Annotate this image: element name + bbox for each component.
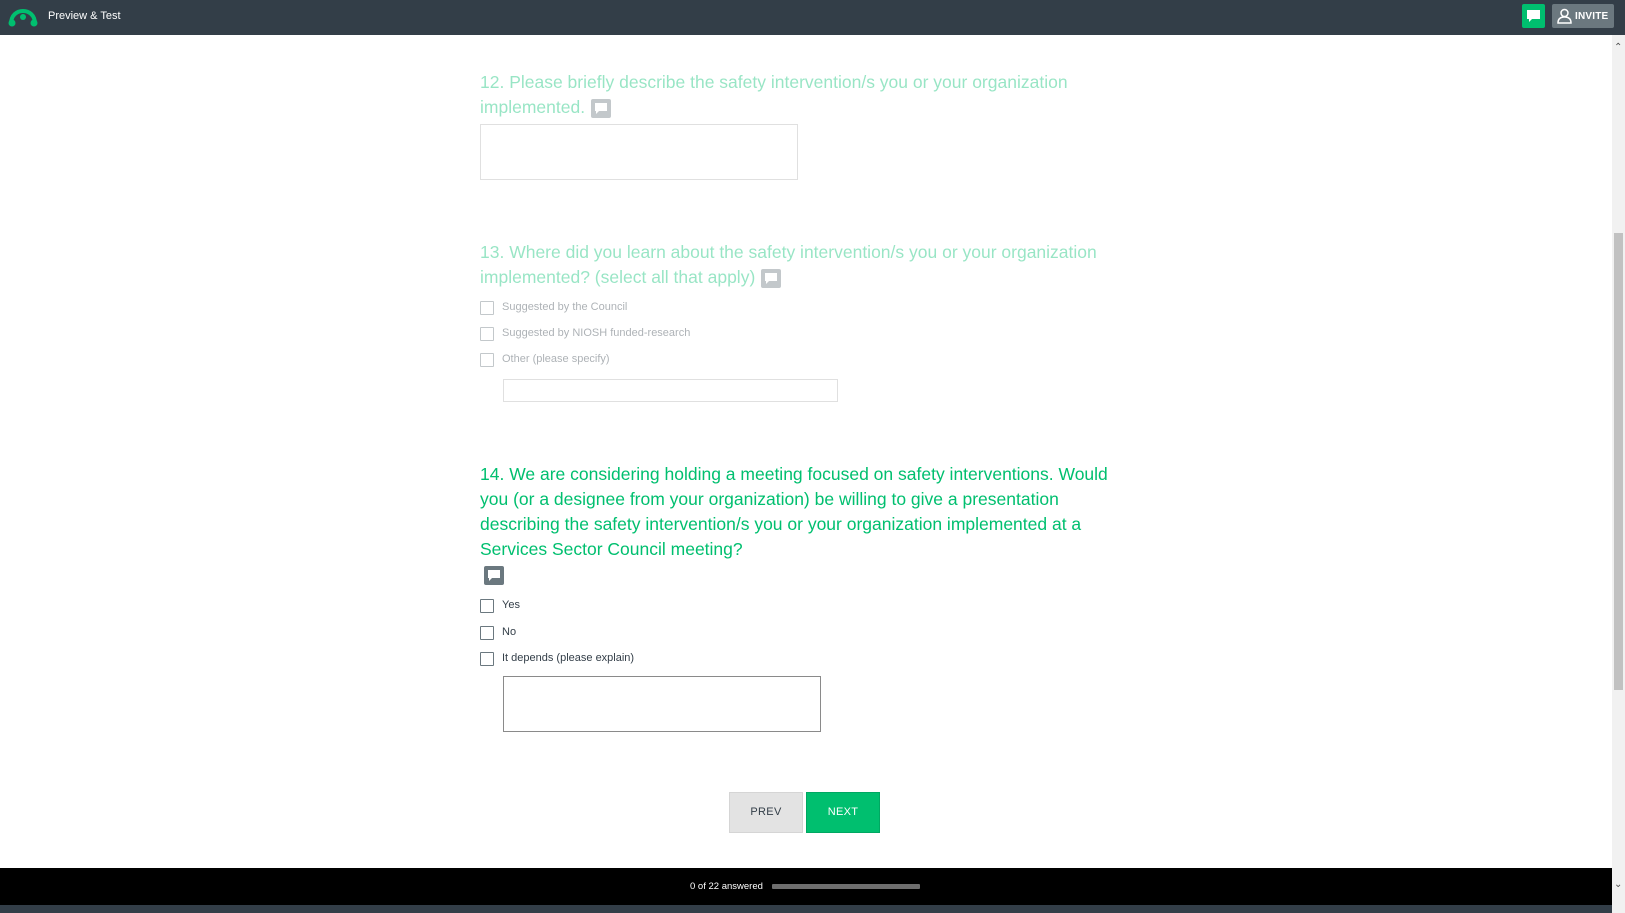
progress-text: 0 of 22 answered [690,881,763,892]
option-label: Suggested by NIOSH funded-research [502,327,691,339]
question-13-title: 13. Where did you learn about the safety… [480,240,1130,290]
comment-icon[interactable] [484,566,504,585]
prev-button[interactable]: PREV [729,792,803,833]
checkbox[interactable] [480,652,494,666]
invite-button[interactable]: INVITE [1552,4,1614,28]
scroll-down-arrow-icon[interactable]: ⌄ [1614,880,1622,890]
checkbox[interactable] [480,301,494,315]
it-depends-explain-textbox[interactable] [503,676,821,732]
option-label: Suggested by the Council [502,301,628,313]
checkbox[interactable] [480,599,494,613]
page-title: Preview & Test [48,10,121,22]
comment-icon[interactable] [761,268,782,288]
comment-icon[interactable] [591,98,612,118]
surveymonkey-logo-icon[interactable] [8,6,38,28]
option-label: Other (please specify) [502,353,610,365]
checkbox[interactable] [480,626,494,640]
option-label: No [502,626,517,638]
other-specify-input[interactable] [503,379,838,402]
scroll-thumb[interactable] [1614,233,1623,690]
question-14-title: 14. We are considering holding a meeting… [480,462,1140,562]
checkbox[interactable] [480,327,494,341]
invite-label: INVITE [1575,11,1609,22]
comment-bubble-icon [1527,10,1540,22]
question-14-text: 14. We are considering holding a meeting… [480,464,1108,559]
checkbox[interactable] [480,353,494,367]
top-bar: Preview & Test INVITE [0,0,1625,35]
option-label: It depends (please explain) [502,652,635,664]
next-button[interactable]: NEXT [806,792,880,833]
question-12-title: 12. Please briefly describe the safety i… [480,70,1160,120]
progress-footer: 0 of 22 answered [0,868,1612,905]
option-label: Yes [502,599,520,611]
user-icon [1557,8,1572,24]
question-12-textbox[interactable] [480,124,798,180]
scrollbar[interactable]: ⌃ ⌄ [1612,35,1625,913]
bottom-strip [0,905,1612,913]
question-13-text: 13. Where did you learn about the safety… [480,242,1097,287]
scroll-up-arrow-icon[interactable]: ⌃ [1614,43,1622,53]
comments-button[interactable] [1522,4,1545,28]
progress-bar [772,884,920,889]
question-12-text: 12. Please briefly describe the safety i… [480,72,1068,117]
